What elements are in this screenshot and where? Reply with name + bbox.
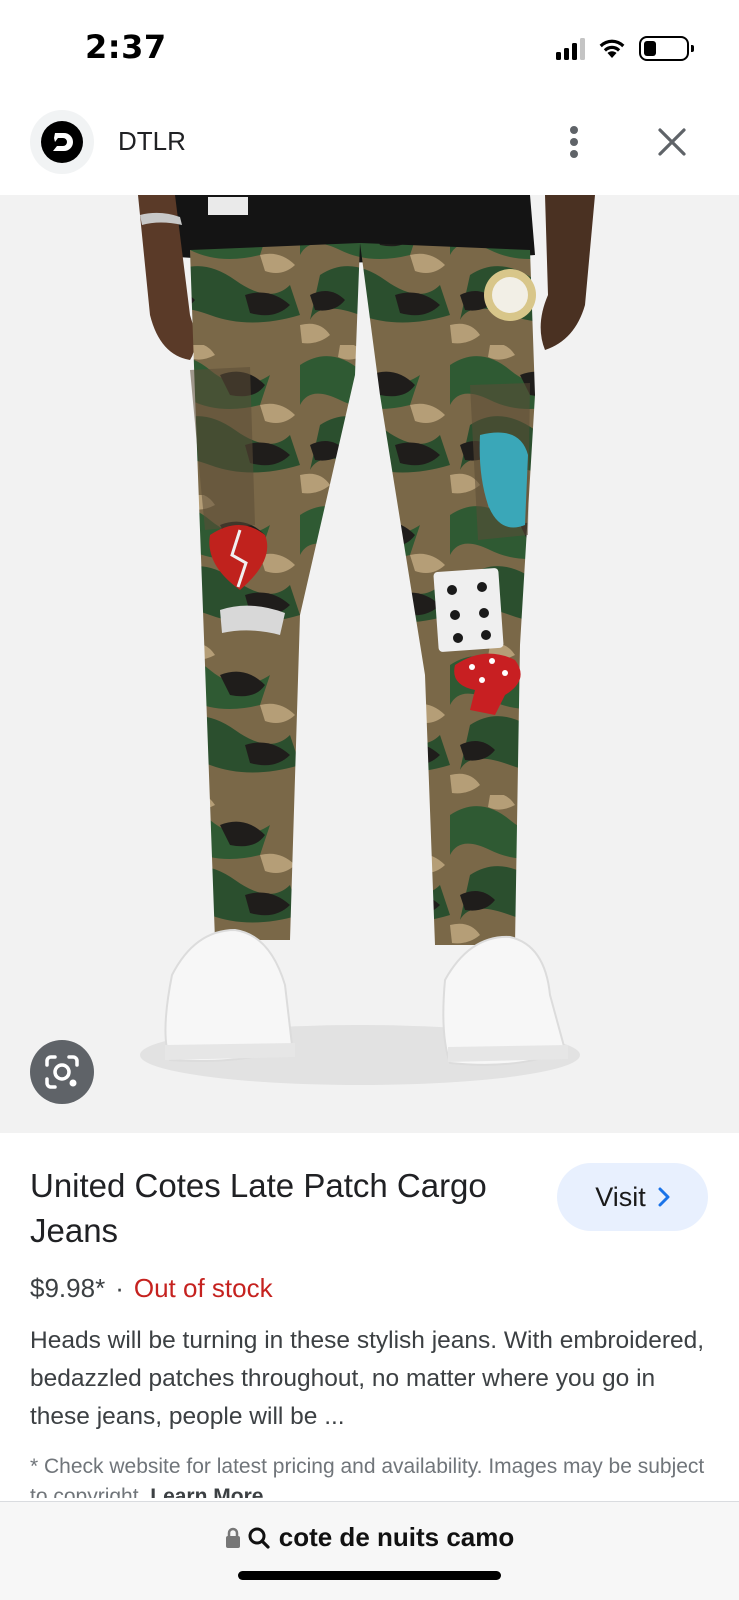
lock-icon <box>225 1527 240 1548</box>
status-bar: 2:37 <box>0 0 739 100</box>
price: $9.98* <box>30 1273 106 1303</box>
visit-label: Visit <box>595 1181 646 1212</box>
chevron-right-icon <box>658 1187 670 1207</box>
status-icons <box>556 34 694 62</box>
status-time: 2:37 <box>85 28 167 66</box>
more-vertical-icon <box>570 126 578 158</box>
wifi-icon <box>599 39 625 58</box>
search-icon <box>248 1527 270 1549</box>
learn-more-link[interactable]: Learn More <box>150 1485 263 1498</box>
dtlr-logo-icon <box>41 121 83 163</box>
disclaimer-text: * Check website for latest pricing and a… <box>30 1455 705 1498</box>
separator: · <box>115 1273 124 1303</box>
more-options-button[interactable] <box>550 118 598 166</box>
browser-bottom-bar: cote de nuits camo <box>0 1501 739 1600</box>
product-description: Heads will be turning in these stylish j… <box>30 1327 705 1430</box>
battery-fill <box>644 40 656 56</box>
google-lens-button[interactable] <box>30 1040 94 1104</box>
cellular-signal-icon <box>556 36 585 60</box>
google-lens-icon <box>45 1055 79 1089</box>
product-title: United Cotes Late Patch Cargo Jeans <box>30 1167 487 1249</box>
visit-button[interactable]: Visit <box>557 1163 708 1231</box>
home-indicator[interactable] <box>238 1571 501 1580</box>
result-header: DTLR <box>0 100 739 195</box>
battery-icon <box>639 35 694 61</box>
price-row: $9.98* · Out of stock <box>30 1273 273 1304</box>
stock-status: Out of stock <box>133 1273 273 1303</box>
close-icon <box>658 128 686 156</box>
disclaimer: * Check website for latest pricing and a… <box>30 1452 720 1498</box>
address-bar[interactable]: cote de nuits camo <box>0 1522 739 1553</box>
close-button[interactable] <box>648 118 696 166</box>
product-image[interactable] <box>0 195 739 1133</box>
site-name[interactable]: DTLR <box>118 126 186 157</box>
site-logo[interactable] <box>30 110 94 174</box>
search-query-text: cote de nuits camo <box>278 1522 515 1552</box>
